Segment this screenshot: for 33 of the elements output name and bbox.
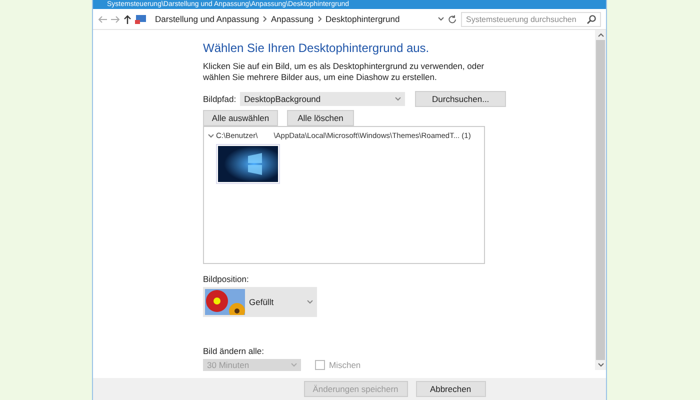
address-field[interactable]: Darstellung und Anpassung Anpassung Desktophintergrund [151,12,444,26]
image-position-dropdown[interactable]: Gefüllt [203,287,317,317]
scrollbar[interactable] [595,30,606,370]
page-heading: Wählen Sie Ihren Desktophintergrund aus. [203,41,430,55]
chevron-right-icon [318,16,322,22]
up-icon[interactable] [124,14,131,24]
refresh-icon[interactable] [448,14,457,24]
image-path-dropdown[interactable]: DesktopBackground [240,92,406,106]
wallpaper-thumbnail[interactable] [216,144,280,184]
breadcrumb[interactable]: Anpassung [270,14,314,24]
clear-all-button[interactable]: Alle löschen [287,110,354,126]
scroll-down-icon[interactable] [598,363,604,367]
chevron-icon[interactable] [208,132,214,138]
scroll-up-icon[interactable] [598,33,604,37]
flower-thumbnail-icon [205,289,245,315]
control-panel-icon [135,14,147,24]
caret-icon [307,300,313,304]
breadcrumb[interactable]: Desktophintergrund [326,14,400,24]
shuffle-label: Mischen [329,360,361,370]
description-text: Klicken Sie auf ein Bild, um es als Desktophintergrund zu verwenden, oder wählen Sie mehrere Bilder aus, um eine Diashow zu erstellen. [203,61,486,83]
image-position-label: Bildposition: [203,274,249,284]
select-all-button[interactable]: Alle auswählen [203,110,278,126]
caret-icon [291,363,297,367]
search-icon[interactable] [587,14,596,24]
breadcrumb[interactable]: Darstellung und Anpassung [155,14,259,24]
footer-button[interactable]: Abbrechen [416,381,486,397]
image-path-label: Bildpfad: [203,94,236,104]
search-field[interactable]: Systemsteuerung durchsuchen [461,12,601,26]
chevron-right-icon [262,16,267,22]
change-interval-label: Bild ändern alle: [203,346,264,356]
caret-icon [395,97,402,101]
browse-button[interactable]: Durchsuchen... [415,91,506,107]
caret-icon[interactable] [438,17,444,21]
